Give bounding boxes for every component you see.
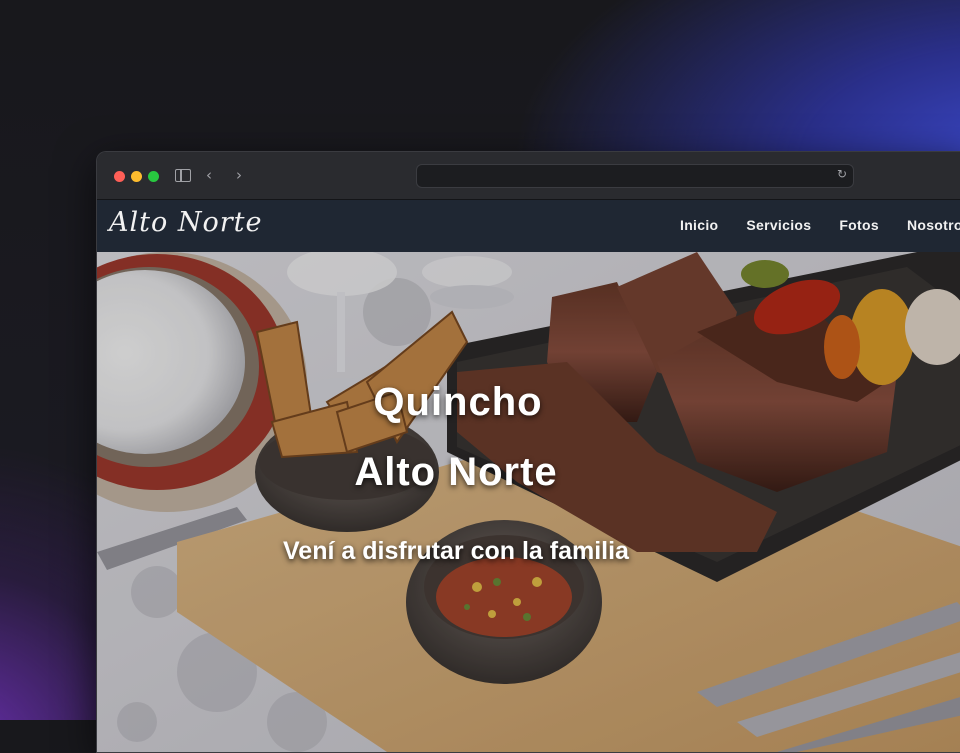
site-logo[interactable]: Alto Norte: [109, 207, 262, 238]
nav-menu: Inicio Servicios Fotos Nosotros: [680, 217, 960, 233]
hero-text-block: Quincho Alto Norte Vení a disfrutar con …: [97, 252, 960, 752]
chevron-right-icon[interactable]: ›: [236, 166, 242, 184]
browser-window: ‹ › ↻ Alto Norte Inicio Servicios Fotos …: [96, 151, 960, 753]
nav-link-fotos[interactable]: Fotos: [839, 217, 879, 233]
reload-icon[interactable]: ↻: [837, 167, 847, 181]
minimize-window-button[interactable]: [131, 171, 142, 182]
hero-title-line2: Alto Norte: [354, 450, 558, 494]
hero-subtitle: Vení a disfrutar con la familia: [283, 537, 629, 565]
nav-link-nosotros[interactable]: Nosotros: [907, 217, 960, 233]
hero-section: Quincho Alto Norte Vení a disfrutar con …: [97, 252, 960, 752]
address-bar[interactable]: ↻: [416, 164, 854, 188]
browser-titlebar: ‹ › ↻: [97, 152, 960, 200]
site-navbar: Alto Norte Inicio Servicios Fotos Nosotr…: [97, 200, 960, 252]
nav-link-servicios[interactable]: Servicios: [746, 217, 811, 233]
nav-link-inicio[interactable]: Inicio: [680, 217, 718, 233]
chevron-left-icon[interactable]: ‹: [206, 166, 212, 184]
sidebar-icon[interactable]: [175, 169, 191, 182]
zoom-window-button[interactable]: [148, 171, 159, 182]
hero-title-line1: Quincho: [373, 380, 543, 424]
close-window-button[interactable]: [114, 171, 125, 182]
